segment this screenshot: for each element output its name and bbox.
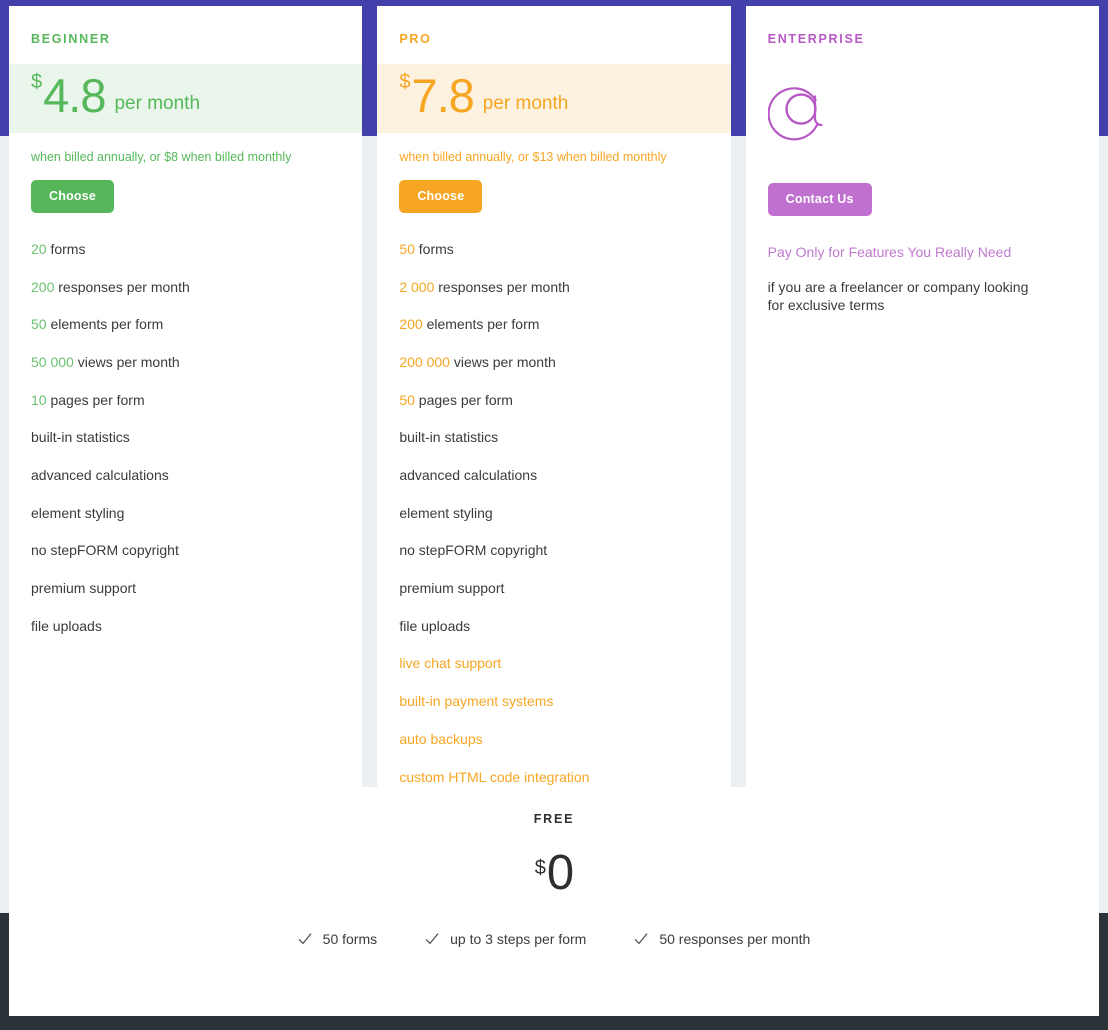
list-item: live chat support	[399, 655, 502, 672]
currency-symbol-beginner: $	[31, 70, 43, 93]
list-item: 200 000 views per month	[399, 353, 556, 370]
choose-button-pro[interactable]: Choose	[399, 179, 483, 213]
list-item: premium support	[399, 580, 505, 597]
plan-name-pro: PRO	[399, 32, 432, 46]
plan-header-enterprise: ENTERPRISE	[746, 6, 1099, 64]
feature-list-beginner: 20 forms 200 responses per month 50 elem…	[9, 241, 362, 635]
free-feature-label: 50 responses per month	[659, 930, 811, 947]
price-period-beginner: per month	[114, 92, 201, 114]
check-icon	[425, 932, 439, 944]
check-icon	[298, 932, 312, 944]
list-item: 50 forms	[399, 240, 454, 257]
billing-note-pro: when billed annually, or $13 when billed…	[399, 149, 667, 164]
check-icon	[634, 932, 648, 944]
price-amount-beginner: 4.8	[43, 69, 106, 122]
at-sign-icon	[746, 64, 1099, 168]
list-item: premium support	[31, 580, 137, 597]
free-plan-title: FREE	[533, 812, 575, 826]
choose-button-beginner[interactable]: Choose	[31, 179, 115, 213]
contact-us-button[interactable]: Contact Us	[767, 183, 872, 216]
free-plan-card: FREE $ 0 50 forms up to 3 steps per form…	[9, 787, 1099, 1016]
list-item: file uploads	[31, 617, 102, 634]
plan-name-beginner: BEGINNER	[31, 32, 111, 46]
list-item: auto backups	[399, 730, 483, 747]
list-item: built-in payment systems	[399, 693, 554, 710]
enterprise-tagline: Pay Only for Features You Really Need	[767, 244, 1012, 260]
free-feature-label: up to 3 steps per form	[450, 930, 587, 947]
free-plan-price: $ 0	[534, 846, 574, 900]
list-item: 50 000 views per month	[31, 353, 180, 370]
list-item: 50 elements per form	[31, 316, 164, 333]
plan-header-pro: PRO	[377, 6, 730, 64]
pricing-plans-row: BEGINNER $ 4.8 per month when billed ann…	[9, 6, 1099, 807]
price-amount-pro: 7.8	[411, 69, 474, 122]
list-item: 20 forms	[31, 240, 86, 257]
currency-symbol-pro: $	[399, 70, 411, 93]
list-item: element styling	[31, 504, 125, 521]
price-strip-pro: $ 7.8 per month	[377, 64, 731, 133]
list-item: no stepFORM copyright	[31, 542, 179, 559]
list-item: advanced calculations	[31, 467, 169, 484]
enterprise-description: if you are a freelancer or company looki…	[767, 279, 1029, 314]
list-item: custom HTML code integration	[399, 768, 590, 785]
list-item: file uploads	[399, 617, 471, 634]
list-item: element styling	[399, 504, 493, 521]
plan-card-pro: PRO $ 7.8 per month when billed annually…	[377, 6, 731, 807]
free-feature-list: 50 forms up to 3 steps per form 50 respo…	[9, 931, 1099, 947]
list-item: advanced calculations	[399, 467, 538, 484]
currency-symbol-free: $	[534, 857, 546, 879]
list-item: up to 3 steps per form	[425, 931, 586, 947]
list-item: 50 pages per form	[399, 391, 513, 408]
plan-card-beginner: BEGINNER $ 4.8 per month when billed ann…	[9, 6, 363, 807]
list-item: 50 responses per month	[634, 931, 810, 947]
price-strip-beginner: $ 4.8 per month	[9, 64, 363, 133]
list-item: 200 elements per form	[399, 316, 540, 333]
list-item: 2 000 responses per month	[399, 278, 570, 295]
list-item: built-in statistics	[399, 429, 499, 446]
list-item: no stepFORM copyright	[399, 542, 548, 559]
plan-header-beginner: BEGINNER	[9, 6, 362, 64]
list-item: 50 forms	[298, 931, 377, 947]
feature-list-pro: 50 forms 2 000 responses per month 200 e…	[377, 241, 730, 786]
list-item: 200 responses per month	[31, 278, 190, 295]
plan-name-enterprise: ENTERPRISE	[767, 32, 865, 46]
plan-card-enterprise: ENTERPRISE Contact Us Pay Only for Featu…	[745, 6, 1099, 807]
price-amount-free: 0	[546, 846, 574, 900]
list-item: 10 pages per form	[31, 391, 145, 408]
list-item: built-in statistics	[31, 429, 130, 446]
free-feature-label: 50 forms	[322, 930, 378, 947]
billing-note-beginner: when billed annually, or $8 when billed …	[31, 149, 292, 164]
price-period-pro: per month	[482, 92, 569, 114]
